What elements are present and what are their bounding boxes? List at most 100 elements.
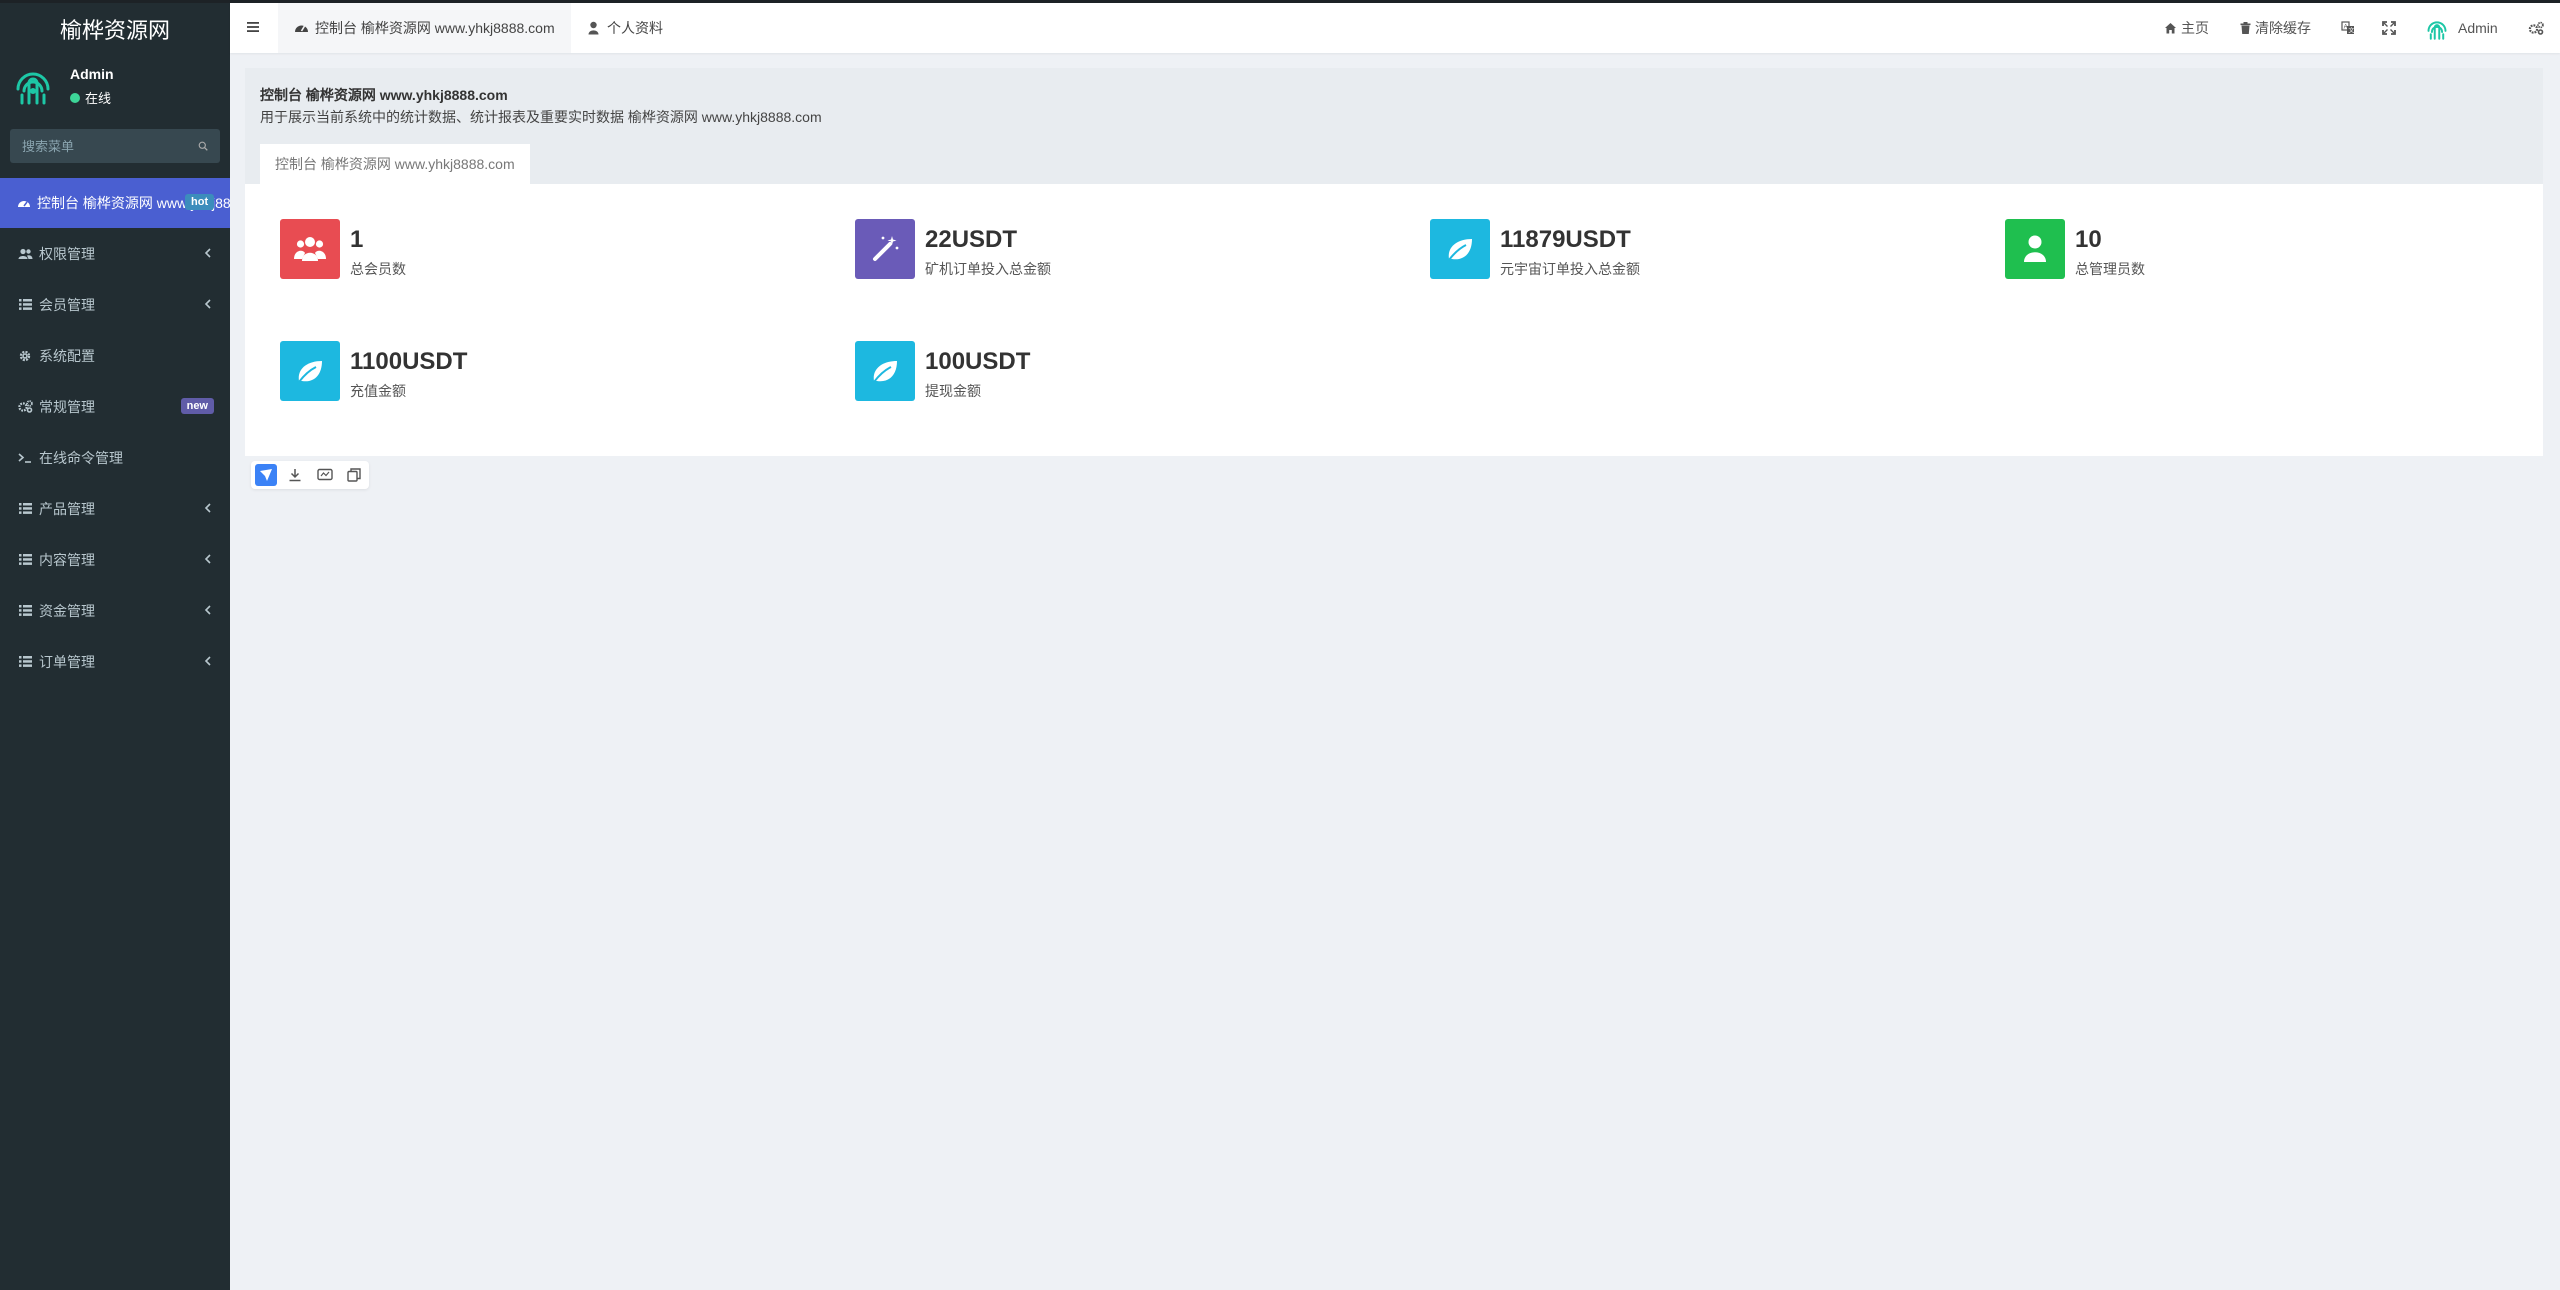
sidebar-item-label: 产品管理 (39, 500, 95, 517)
list-icon (17, 604, 33, 618)
sidebar-item-online-command[interactable]: 在线命令管理 (0, 432, 230, 483)
search-input[interactable] (22, 138, 198, 154)
sidebar-item-label: 常规管理 (39, 398, 95, 415)
copy-icon (347, 468, 361, 482)
gears-icon (2528, 21, 2544, 35)
gear-icon (17, 349, 33, 363)
list-icon (17, 553, 33, 567)
sidebar-item-dashboard[interactable]: 控制台 榆桦资源网 www.yhkj8888.com hot (0, 178, 230, 228)
users-icon (17, 247, 33, 261)
user-icon (2005, 219, 2065, 279)
sidebar-item-label: 在线命令管理 (39, 449, 123, 466)
avatar-icon (2427, 21, 2447, 40)
dashboard-icon (17, 196, 31, 210)
tab-label: 个人资料 (607, 20, 663, 36)
top-navbar: 控制台 榆桦资源网 www.yhkj8888.com 个人资料 主页 清除缓存 … (230, 3, 2560, 53)
home-label: 主页 (2181, 20, 2209, 36)
download-tool-button[interactable] (285, 464, 307, 486)
sidebar-menu: 控制台 榆桦资源网 www.yhkj8888.com hot 权限管理 会员管理… (0, 178, 230, 687)
settings-button[interactable] (2528, 3, 2544, 53)
screen-icon (317, 468, 333, 481)
users-icon (280, 219, 340, 279)
new-badge: new (180, 398, 214, 414)
sidebar-item-label: 资金管理 (39, 602, 95, 619)
language-button[interactable]: A文 (2341, 3, 2355, 53)
tab-profile[interactable]: 个人资料 (570, 3, 679, 53)
stat-label: 元宇宙订单投入总金额 (1500, 261, 1640, 277)
user-icon (588, 21, 599, 35)
user-menu[interactable]: Admin (2424, 3, 2498, 53)
stat-value: 11879USDT (1500, 226, 1631, 253)
list-icon (17, 502, 33, 516)
download-icon (289, 469, 301, 482)
stat-value: 100USDT (925, 348, 1031, 375)
header-user-name: Admin (2458, 20, 2498, 36)
list-icon (17, 655, 33, 669)
sidebar-item-content[interactable]: 内容管理 (0, 534, 230, 585)
terminal-icon (17, 451, 33, 465)
sidebar-item-products[interactable]: 产品管理 (0, 483, 230, 534)
hot-badge: hot (185, 194, 215, 210)
avatar-icon (16, 72, 50, 105)
chevron-left-icon (204, 554, 211, 564)
stats-panel: 1 总会员数 22USDT 矿机订单投入总金额 11879USDT 元宇宙订单投… (245, 184, 2543, 456)
translate-icon: A文 (2341, 21, 2354, 35)
logo-text[interactable]: 榆桦资源网 (0, 0, 230, 55)
stat-value: 1100USDT (350, 348, 468, 375)
top-border (0, 0, 2560, 3)
stat-label: 充值金额 (350, 383, 406, 399)
home-icon (2165, 23, 2176, 34)
online-dot-icon (70, 92, 80, 103)
leaf-icon (280, 341, 340, 401)
gears-icon (17, 400, 33, 414)
magic-wand-icon (855, 219, 915, 279)
clear-cache-button[interactable]: 清除缓存 (2240, 3, 2311, 53)
sidebar-item-funds[interactable]: 资金管理 (0, 585, 230, 636)
user-panel: Admin 在线 (0, 55, 230, 115)
trash-icon (2240, 22, 2251, 34)
sidebar-item-orders[interactable]: 订单管理 (0, 636, 230, 687)
sidebar-item-label: 订单管理 (39, 653, 95, 670)
chevron-left-icon (204, 605, 211, 615)
sidebar-item-label: 权限管理 (39, 245, 95, 262)
sidebar-search (10, 129, 220, 163)
tab-dashboard-panel[interactable]: 控制台 榆桦资源网 www.yhkj8888.com (260, 144, 530, 184)
search-icon[interactable] (198, 139, 208, 153)
sidebar-item-members[interactable]: 会员管理 (0, 279, 230, 330)
sidebar-item-permissions[interactable]: 权限管理 (0, 228, 230, 279)
page-description: 用于展示当前系统中的统计数据、统计报表及重要实时数据 榆桦资源网 www.yhk… (260, 109, 822, 125)
sidebar-item-general[interactable]: 常规管理 new (0, 381, 230, 432)
user-name: Admin (70, 66, 114, 82)
tab-label: 控制台 榆桦资源网 www.yhkj8888.com (315, 20, 555, 36)
stat-value: 1 (350, 226, 364, 253)
sidebar-item-label: 会员管理 (39, 296, 95, 313)
fullscreen-button[interactable] (2382, 3, 2396, 53)
list-icon (17, 298, 33, 312)
sidebar-item-label: 系统配置 (39, 347, 95, 364)
page-title: 控制台 榆桦资源网 www.yhkj8888.com (260, 87, 508, 103)
sidebar-item-system-config[interactable]: 系统配置 (0, 330, 230, 381)
chevron-left-icon (204, 248, 211, 258)
leaf-icon (1430, 219, 1490, 279)
translate-tool-button[interactable] (255, 464, 277, 486)
stat-value: 10 (2075, 226, 2102, 253)
screenshot-tool-button[interactable] (314, 464, 336, 486)
stat-value: 22USDT (925, 226, 1018, 253)
tab-dashboard[interactable]: 控制台 榆桦资源网 www.yhkj8888.com (278, 3, 571, 53)
hamburger-menu-icon[interactable] (246, 20, 260, 34)
clear-cache-label: 清除缓存 (2255, 20, 2311, 36)
stat-label: 矿机订单投入总金额 (925, 261, 1051, 277)
floating-toolbar (251, 461, 369, 489)
stat-label: 提现金额 (925, 383, 981, 399)
user-status: 在线 (70, 88, 111, 107)
bird-icon (259, 469, 272, 481)
copy-tool-button[interactable] (344, 464, 366, 486)
stat-label: 总会员数 (350, 261, 406, 277)
sidebar-item-label: 内容管理 (39, 551, 95, 568)
home-link[interactable]: 主页 (2164, 3, 2209, 53)
dashboard-icon (295, 25, 308, 32)
leaf-icon (855, 341, 915, 401)
sidebar: 榆桦资源网 Admin 在线 控制台 榆桦资源网 www.yhkj8888.co… (0, 0, 230, 1290)
chevron-left-icon (204, 503, 211, 513)
chevron-left-icon (204, 656, 211, 666)
